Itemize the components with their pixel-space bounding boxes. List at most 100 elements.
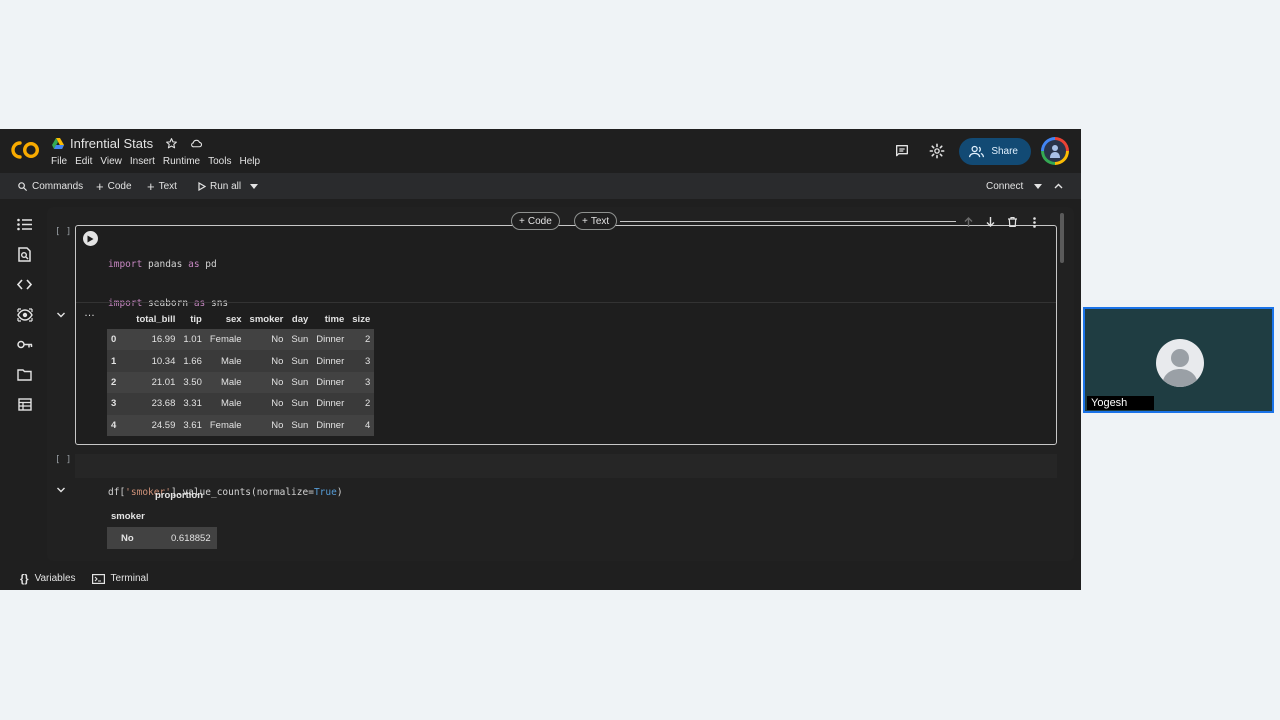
move-up-icon[interactable] (957, 215, 979, 229)
delete-icon[interactable] (1001, 215, 1023, 229)
table-cell: No (271, 334, 284, 346)
menu-file[interactable]: File (51, 156, 71, 167)
insert-text-cell-button[interactable]: + Text (574, 212, 618, 230)
column-header: total_bill (136, 313, 176, 325)
code-line: df['smoker'].value_counts(normalize=True… (108, 487, 343, 498)
person-add-icon (969, 145, 985, 157)
connect-dropdown[interactable] (1034, 173, 1042, 199)
table-cell: 3.61 (183, 419, 202, 431)
menu-edit[interactable]: Edit (75, 156, 96, 167)
table-cell: 0.618852 (171, 532, 211, 544)
cell-execution-count: [ ] (55, 227, 72, 237)
table-cell: No (271, 419, 284, 431)
notebook-title[interactable]: Infrential Stats (70, 136, 153, 151)
menu-runtime[interactable]: Runtime (163, 156, 204, 167)
table-row: 1 10.34 1.66 Male No Sun Dinner 3 (107, 350, 375, 372)
commands-button[interactable]: Commands (17, 173, 83, 199)
menu-help[interactable]: Help (239, 156, 264, 167)
terminal-button[interactable]: Terminal (91, 573, 148, 584)
play-icon (198, 181, 206, 191)
table-cell: 2 (364, 334, 371, 346)
add-code-button[interactable]: + Code (96, 173, 132, 199)
cell-toolbar (957, 215, 1045, 229)
participant-name: Yogesh (1087, 396, 1155, 410)
row-index: 2 (111, 376, 117, 388)
variables-button[interactable]: {} Variables (20, 573, 76, 585)
chevron-down-icon[interactable] (56, 485, 66, 495)
notebook-scrollbar[interactable] (1060, 213, 1064, 263)
user-avatar[interactable] (1041, 137, 1069, 165)
table-row: 4 24.59 3.61 Female No Sun Dinner 4 (107, 414, 375, 436)
dataframe-output: total_bill tip sex smoker day time size … (107, 309, 375, 436)
table-row: 0 16.99 1.01 Female No Sun Dinner 2 (107, 329, 375, 351)
comment-icon[interactable] (892, 141, 912, 161)
run-cell-button[interactable] (83, 231, 98, 246)
cell-divider (620, 221, 956, 222)
table-of-contents-icon[interactable] (16, 216, 33, 233)
table-cell: Sun (291, 419, 309, 431)
row-index: No (121, 532, 134, 544)
menu-view[interactable]: View (100, 156, 126, 167)
table-cell: 3 (364, 376, 371, 388)
table-cell: 10.34 (151, 355, 176, 367)
run-all-dropdown[interactable] (250, 173, 258, 199)
participant-video-tile[interactable]: Yogesh (1083, 307, 1274, 413)
plus-icon: + (96, 178, 104, 194)
column-header: smoker (249, 313, 284, 325)
table-cell: 3.31 (183, 398, 202, 410)
more-vert-icon[interactable] (1023, 215, 1045, 229)
table-cell: No (271, 398, 284, 410)
menu-tools[interactable]: Tools (208, 156, 235, 167)
collapse-header-button[interactable] (1054, 173, 1063, 199)
find-icon[interactable] (16, 246, 33, 263)
column-header (107, 309, 132, 329)
row-index: 1 (111, 355, 117, 367)
files-folder-icon[interactable] (16, 366, 33, 383)
participant-avatar (1156, 339, 1204, 387)
table-cell: No (271, 355, 284, 367)
table-cell: Sun (291, 334, 309, 346)
table-cell: 2 (364, 398, 371, 410)
chevron-down-icon[interactable] (56, 310, 66, 320)
output-separator (76, 302, 1056, 303)
chevron-up-icon (1054, 183, 1063, 189)
terminal-icon (91, 573, 105, 584)
colab-logo[interactable] (10, 140, 40, 160)
output-menu-icon[interactable]: … (84, 307, 96, 319)
table-cell: 16.99 (151, 334, 176, 346)
variables-inspector-icon[interactable] (16, 306, 33, 323)
connect-button[interactable]: Connect (986, 173, 1023, 199)
secrets-key-icon[interactable] (16, 336, 33, 353)
table-cell: Female (209, 419, 242, 431)
insert-code-cell-button[interactable]: + Code (511, 212, 560, 230)
star-icon[interactable] (165, 137, 178, 150)
table-cell: No (271, 376, 284, 388)
play-icon (87, 235, 94, 242)
table-cell: 23.68 (151, 398, 176, 410)
table-cell: Dinner (316, 419, 345, 431)
row-index: 4 (111, 419, 117, 431)
table-cell: Male (220, 398, 242, 410)
move-down-icon[interactable] (979, 215, 1001, 229)
title-row: Infrential Stats (52, 136, 203, 151)
add-text-button[interactable]: + Text (147, 173, 177, 199)
table-cell: 3 (364, 355, 371, 367)
table-cell: Dinner (316, 355, 345, 367)
column-header: proportion (155, 490, 204, 501)
menu-bar: File Edit View Insert Runtime Tools Help (51, 156, 268, 167)
cloud-icon[interactable] (190, 137, 203, 150)
share-button[interactable]: Share (959, 137, 1031, 165)
table-cell: 1.01 (183, 334, 202, 346)
code-snippets-icon[interactable] (16, 276, 33, 293)
caret-down-icon (250, 183, 258, 189)
header-actions: Share (892, 137, 1069, 165)
run-all-button[interactable]: Run all (198, 173, 241, 199)
menu-insert[interactable]: Insert (130, 156, 159, 167)
drive-icon[interactable] (52, 138, 64, 149)
gear-icon[interactable] (927, 141, 947, 161)
table-row: 2 21.01 3.50 Male No Sun Dinner 3 (107, 371, 375, 394)
table-cell: Sun (291, 355, 309, 367)
column-header: size (352, 313, 371, 325)
data-table-icon[interactable] (16, 396, 33, 413)
table-cell: Male (220, 376, 242, 388)
